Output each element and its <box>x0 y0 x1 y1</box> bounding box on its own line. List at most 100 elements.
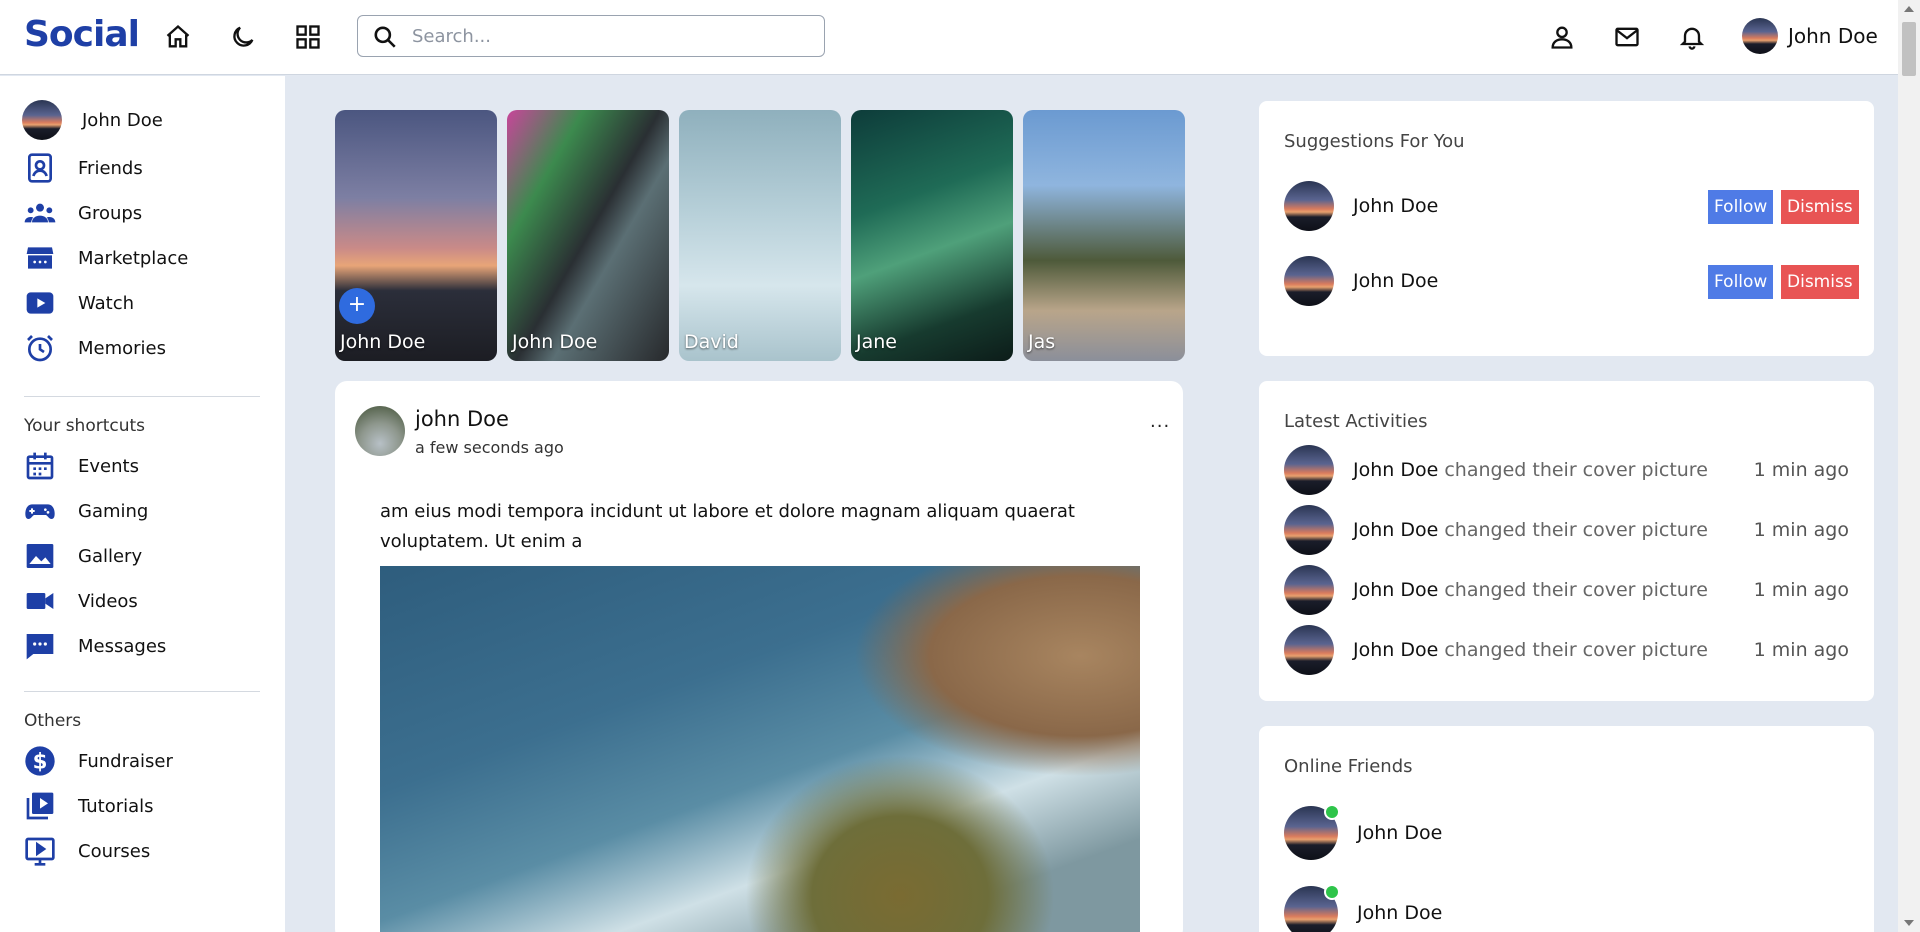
avatar[interactable] <box>1284 181 1334 231</box>
post-menu-button[interactable]: ... <box>1150 411 1170 432</box>
activity-user[interactable]: John Doe <box>1353 459 1438 481</box>
activity-user[interactable]: John Doe <box>1353 579 1438 601</box>
sidebar-item-gaming[interactable]: Gaming <box>22 493 148 529</box>
sidebar-item-label: Gaming <box>78 500 149 522</box>
sidebar-item-gallery[interactable]: Gallery <box>22 538 142 574</box>
activity-text: John Doe changed their cover picture <box>1353 579 1708 601</box>
avatar[interactable] <box>1284 565 1334 615</box>
scroll-thumb[interactable] <box>1902 22 1916 76</box>
story-card[interactable]: John Doe <box>507 110 669 361</box>
story-card[interactable]: Jas <box>1023 110 1185 361</box>
suggestions-card: Suggestions For You John Doe Follow Dism… <box>1259 101 1874 356</box>
suggestion-row: John Doe <box>1284 256 1438 306</box>
activity-time: 1 min ago <box>1753 519 1849 541</box>
activity-text: John Doe changed their cover picture <box>1353 639 1708 661</box>
sidebar-item-courses[interactable]: Courses <box>22 833 150 869</box>
story-card[interactable]: David <box>679 110 841 361</box>
activity-text: John Doe changed their cover picture <box>1353 519 1708 541</box>
sidebar-item-label: Messages <box>78 635 167 657</box>
story-card[interactable]: + John Doe <box>335 110 497 361</box>
activity-action: changed their cover picture <box>1444 639 1708 661</box>
online-friends-title: Online Friends <box>1284 756 1413 777</box>
story-name: John Doe <box>512 331 598 353</box>
sidebar-item-label: Fundraiser <box>78 750 173 772</box>
play-icon <box>22 285 58 321</box>
activity-time: 1 min ago <box>1753 639 1849 661</box>
top-navbar: Social John Doe <box>0 0 1898 75</box>
mail-icon[interactable] <box>1610 20 1644 54</box>
post-author[interactable]: john Doe <box>415 407 509 431</box>
friends-icon <box>22 150 58 186</box>
online-status-dot <box>1324 804 1340 820</box>
divider <box>24 691 260 692</box>
activity-action: changed their cover picture <box>1444 459 1708 481</box>
dismiss-button[interactable]: Dismiss <box>1781 265 1859 299</box>
sidebar-item-label: Gallery <box>78 545 143 567</box>
sidebar-item-events[interactable]: Events <box>22 448 139 484</box>
online-friend-row[interactable]: John Doe <box>1284 804 1443 860</box>
apps-grid-icon[interactable] <box>291 20 325 54</box>
post-image[interactable] <box>380 566 1140 932</box>
bell-icon[interactable] <box>1675 20 1709 54</box>
sidebar-item-profile[interactable]: John Doe <box>22 100 163 140</box>
calendar-icon <box>22 448 58 484</box>
story-name: Jane <box>856 331 897 353</box>
story-card[interactable]: Jane <box>851 110 1013 361</box>
activity-row: John Doe changed their cover picture 1 m… <box>1284 565 1849 615</box>
sidebar-item-groups[interactable]: Groups <box>22 195 142 231</box>
post-timestamp: a few seconds ago <box>415 438 564 457</box>
sidebar-item-videos[interactable]: Videos <box>22 583 138 619</box>
moon-icon[interactable] <box>226 20 260 54</box>
avatar[interactable] <box>1284 625 1334 675</box>
sidebar-item-memories[interactable]: Memories <box>22 330 166 366</box>
groups-icon <box>22 195 58 231</box>
sidebar-item-label: Marketplace <box>78 247 189 269</box>
home-icon[interactable] <box>161 20 195 54</box>
activity-action: changed their cover picture <box>1444 579 1708 601</box>
activity-user[interactable]: John Doe <box>1353 519 1438 541</box>
sidebar-item-marketplace[interactable]: Marketplace <box>22 240 188 276</box>
post-card: john Doe a few seconds ago ... am eius m… <box>335 381 1183 932</box>
avatar[interactable] <box>1284 256 1334 306</box>
search-input[interactable] <box>412 22 812 50</box>
activity-row: John Doe changed their cover picture 1 m… <box>1284 445 1849 495</box>
suggestion-name[interactable]: John Doe <box>1353 270 1438 292</box>
sidebar-item-label: John Doe <box>82 109 163 131</box>
activity-time: 1 min ago <box>1753 579 1849 601</box>
friend-name: John Doe <box>1357 822 1443 844</box>
gamepad-icon <box>22 493 58 529</box>
avatar[interactable] <box>355 406 405 456</box>
alarm-clock-icon <box>22 330 58 366</box>
story-name: David <box>684 331 739 353</box>
suggestions-title: Suggestions For You <box>1284 131 1465 152</box>
follow-button[interactable]: Follow <box>1708 265 1774 299</box>
avatar[interactable] <box>1284 445 1334 495</box>
story-name: John Doe <box>340 331 426 353</box>
online-friends-card: Online Friends John Doe John Doe <box>1259 726 1874 932</box>
online-friend-row[interactable]: John Doe <box>1284 884 1443 932</box>
page-scrollbar[interactable] <box>1898 0 1920 932</box>
scroll-up-arrow[interactable] <box>1904 6 1914 12</box>
activity-time: 1 min ago <box>1753 459 1849 481</box>
suggestion-name[interactable]: John Doe <box>1353 195 1438 217</box>
sidebar-item-messages[interactable]: Messages <box>22 628 166 664</box>
sidebar-item-fundraiser[interactable]: $ Fundraiser <box>22 743 173 779</box>
sidebar-item-tutorials[interactable]: Tutorials <box>22 788 154 824</box>
person-icon[interactable] <box>1545 20 1579 54</box>
sidebar-item-watch[interactable]: Watch <box>22 285 134 321</box>
scroll-down-arrow[interactable] <box>1904 920 1914 926</box>
follow-button[interactable]: Follow <box>1708 190 1774 224</box>
dollar-icon: $ <box>22 743 58 779</box>
friend-name: John Doe <box>1357 902 1443 924</box>
search-box <box>357 15 825 57</box>
sidebar-item-friends[interactable]: Friends <box>22 150 143 186</box>
account-menu[interactable]: John Doe <box>1742 18 1878 54</box>
activity-row: John Doe changed their cover picture 1 m… <box>1284 505 1849 555</box>
suggestion-row: John Doe <box>1284 181 1438 231</box>
add-story-button[interactable]: + <box>339 288 375 324</box>
sidebar-item-label: Watch <box>78 292 135 314</box>
logo[interactable]: Social <box>24 14 140 55</box>
activity-user[interactable]: John Doe <box>1353 639 1438 661</box>
dismiss-button[interactable]: Dismiss <box>1781 190 1859 224</box>
avatar[interactable] <box>1284 505 1334 555</box>
